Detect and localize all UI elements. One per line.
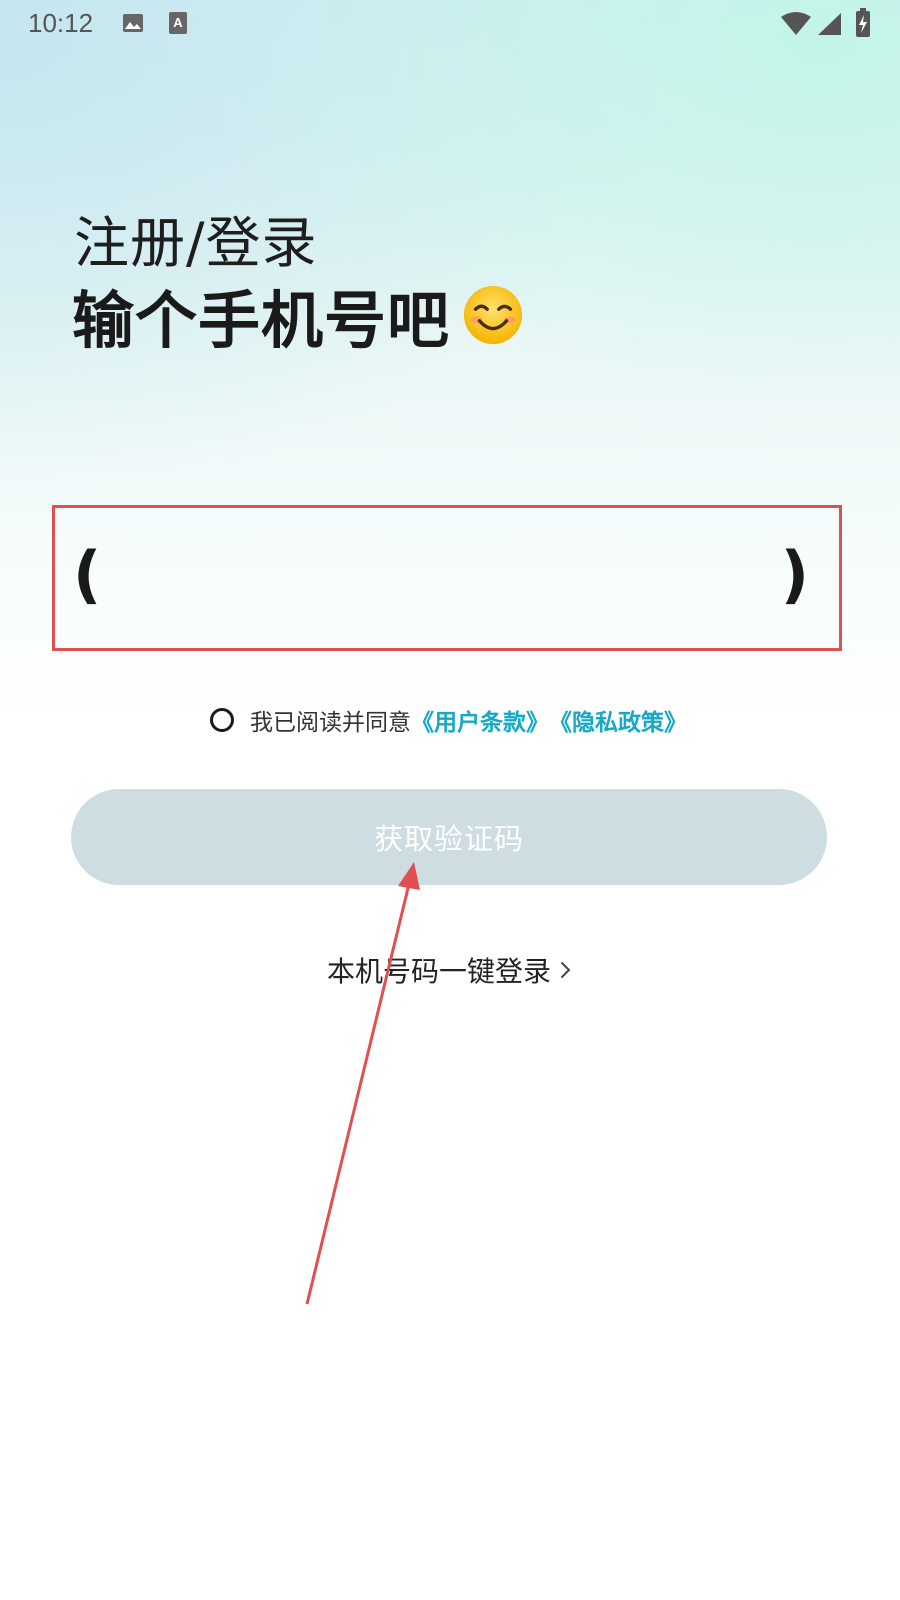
smiling-face-emoji-icon [463,285,523,345]
agreement-row: 我已阅读并同意 《用户条款》 《隐私政策》 [210,700,687,740]
a-text-icon: A [169,12,187,34]
status-bar: 10:12 A [0,0,900,50]
privacy-link[interactable]: 《隐私政策》 [549,703,687,737]
terms-link[interactable]: 《用户条款》 [411,703,549,737]
chevron-right-icon [561,962,571,978]
signal-icon [818,13,841,35]
wifi-icon [781,12,811,35]
left-parenthesis: ( [73,538,102,611]
right-parenthesis: ) [780,538,809,611]
phone-input-box[interactable]: ( ) [52,505,842,651]
agreement-radio[interactable] [210,708,234,732]
one-click-login-link[interactable]: 本机号码一键登录 [0,950,900,990]
page-title: 输个手机号吧 [72,270,524,360]
page-subtitle: 注册/登录 [74,211,318,275]
one-click-login-label: 本机号码一键登录 [326,955,551,988]
image-icon [123,14,143,32]
status-time: 10:12 [28,8,94,38]
agreement-prefix: 我已阅读并同意 [250,710,411,736]
svg-text:A: A [173,15,183,30]
battery-charging-icon [856,8,870,37]
phone-number-input[interactable] [125,538,769,620]
get-code-button[interactable]: 获取验证码 [71,789,827,885]
login-screen: 10:12 A 注册/登录 输个手机号吧 () 我已阅读并同意 《用户条款》 … [0,0,900,1600]
page-title-text: 输个手机号吧 [72,284,451,357]
